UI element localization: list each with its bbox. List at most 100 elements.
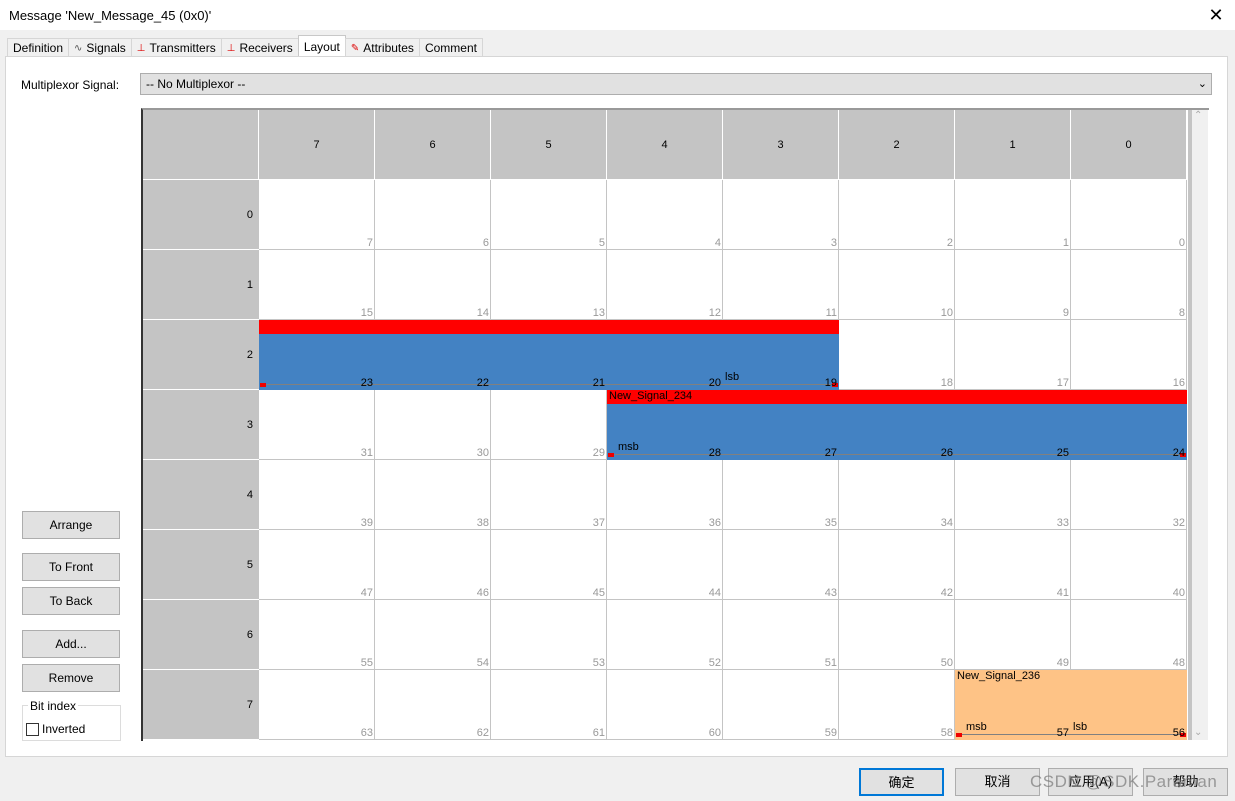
bit-cell[interactable]: 6 xyxy=(375,180,491,250)
bit-cell[interactable]: 4 xyxy=(607,180,723,250)
bit-cell[interactable]: 60 xyxy=(607,670,723,740)
bit-number: 17 xyxy=(1056,377,1069,389)
bit-cell[interactable]: 15 xyxy=(259,250,375,320)
column-header: 4 xyxy=(607,110,723,180)
signal-block[interactable]: New_Signal_236 xyxy=(955,670,1187,740)
bit-cell[interactable]: 18 xyxy=(839,320,955,390)
bit-cell[interactable]: 37 xyxy=(491,460,607,530)
bit-cell[interactable]: 49 xyxy=(955,600,1071,670)
bit-cell[interactable]: 8 xyxy=(1071,250,1187,320)
bit-cell[interactable]: 39 xyxy=(259,460,375,530)
bit-cell[interactable]: 47 xyxy=(259,530,375,600)
bit-cell[interactable]: 12 xyxy=(607,250,723,320)
bit-cell[interactable]: 5 xyxy=(491,180,607,250)
tab-signals[interactable]: ∿ Signals xyxy=(68,38,132,57)
bit-cell[interactable]: 55 xyxy=(259,600,375,670)
bit-cell[interactable]: 13 xyxy=(491,250,607,320)
signal-block[interactable]: New_Signal_234 xyxy=(607,390,1187,460)
tab-comment[interactable]: Comment xyxy=(418,38,483,57)
bit-cell[interactable]: 34 xyxy=(839,460,955,530)
tab-label: Transmitters xyxy=(149,40,216,55)
bit-cell[interactable]: 44 xyxy=(607,530,723,600)
scroll-down-icon[interactable]: ⌄ xyxy=(1194,727,1202,738)
bit-cell[interactable]: 31 xyxy=(259,390,375,460)
bit-number: 18 xyxy=(940,377,953,389)
tab-definition[interactable]: Definition xyxy=(7,38,70,57)
inverted-checkbox[interactable]: Inverted xyxy=(26,722,85,736)
bit-cell[interactable]: 43 xyxy=(723,530,839,600)
to-front-button[interactable]: To Front xyxy=(22,553,120,581)
bit-cell[interactable]: 10 xyxy=(839,250,955,320)
bit-number: 37 xyxy=(592,517,605,529)
bit-cell[interactable]: 62 xyxy=(375,670,491,740)
tab-layout[interactable]: Layout xyxy=(297,35,346,57)
remove-button[interactable]: Remove xyxy=(22,664,120,692)
arrange-button[interactable]: Arrange xyxy=(22,511,120,539)
bit-cell[interactable]: 45 xyxy=(491,530,607,600)
bit-cell[interactable]: 30 xyxy=(375,390,491,460)
bit-cell[interactable]: 40 xyxy=(1071,530,1187,600)
bit-cell[interactable]: 51 xyxy=(723,600,839,670)
bit-number: 57 xyxy=(1056,727,1069,739)
bit-cell[interactable]: 36 xyxy=(607,460,723,530)
scrollbar-thumb[interactable] xyxy=(1188,110,1192,740)
bit-number: 32 xyxy=(1172,517,1185,529)
bit-cell[interactable]: 14 xyxy=(375,250,491,320)
bit-cell[interactable]: 7 xyxy=(259,180,375,250)
vertical-scrollbar[interactable]: ⌃ ⌄ xyxy=(1188,110,1208,740)
bit-cell[interactable]: 50 xyxy=(839,600,955,670)
msb-marker[interactable] xyxy=(260,383,266,387)
signal-range-line xyxy=(261,384,837,385)
bit-cell[interactable]: 58 xyxy=(839,670,955,740)
bit-number: 2 xyxy=(946,237,953,249)
bit-cell[interactable]: 59 xyxy=(723,670,839,740)
bit-number: 44 xyxy=(708,587,721,599)
bit-cell[interactable]: 16 xyxy=(1071,320,1187,390)
bit-cell[interactable]: 2 xyxy=(839,180,955,250)
tab-transmitters[interactable]: ⊥ Transmitters xyxy=(130,38,222,57)
bit-number: 3 xyxy=(830,237,837,249)
bit-cell[interactable]: 52 xyxy=(607,600,723,670)
bit-cell[interactable]: 42 xyxy=(839,530,955,600)
bit-cell[interactable]: 11 xyxy=(723,250,839,320)
checkbox-box[interactable] xyxy=(26,722,39,736)
msb-marker[interactable] xyxy=(608,453,614,457)
bit-cell[interactable]: 33 xyxy=(955,460,1071,530)
bit-cell[interactable]: 41 xyxy=(955,530,1071,600)
bit-number: 58 xyxy=(940,727,953,739)
tab-attributes[interactable]: ✎ Attributes xyxy=(344,38,420,57)
close-icon[interactable]: ✕ xyxy=(1203,3,1229,27)
ok-button[interactable]: 确定 xyxy=(859,768,944,796)
scroll-up-icon[interactable]: ⌃ xyxy=(1194,110,1202,121)
bit-number: 25 xyxy=(1056,447,1069,459)
to-back-button[interactable]: To Back xyxy=(22,587,120,615)
bit-cell[interactable]: 29 xyxy=(491,390,607,460)
msb-label: msb xyxy=(966,721,987,733)
bit-cell[interactable]: 3 xyxy=(723,180,839,250)
row-header: 6 xyxy=(143,600,259,670)
bit-cell[interactable]: 17 xyxy=(955,320,1071,390)
bit-cell[interactable]: 32 xyxy=(1071,460,1187,530)
bit-number: 48 xyxy=(1172,657,1185,669)
bit-cell[interactable]: 63 xyxy=(259,670,375,740)
bit-cell[interactable]: 35 xyxy=(723,460,839,530)
bit-cell[interactable]: 54 xyxy=(375,600,491,670)
msb-marker[interactable] xyxy=(956,733,962,737)
tab-label: Signals xyxy=(86,40,126,55)
bit-cell[interactable]: 46 xyxy=(375,530,491,600)
bit-cell[interactable]: 48 xyxy=(1071,600,1187,670)
bit-cell[interactable]: 9 xyxy=(955,250,1071,320)
bit-cell[interactable]: 0 xyxy=(1071,180,1187,250)
add-button[interactable]: Add... xyxy=(22,630,120,658)
signal-block[interactable] xyxy=(259,320,839,390)
multiplexor-select[interactable]: -- No Multiplexor -- ⌄ xyxy=(140,73,1212,95)
cancel-button[interactable]: 取消 xyxy=(955,768,1040,796)
bit-cell[interactable]: 38 xyxy=(375,460,491,530)
bit-cell[interactable]: 1 xyxy=(955,180,1071,250)
bit-cell[interactable]: 53 xyxy=(491,600,607,670)
column-header: 1 xyxy=(955,110,1071,180)
bit-cell[interactable]: 61 xyxy=(491,670,607,740)
column-header: 6 xyxy=(375,110,491,180)
layout-grid[interactable]: 7 6 5 4 3 2 1 0 0 7 6 5 4 3 2 1 0 1 15 14 13 12 11 10 9 8 2 23 22 21 2… xyxy=(141,108,1209,741)
tab-receivers[interactable]: ⊥ Receivers xyxy=(220,38,299,57)
